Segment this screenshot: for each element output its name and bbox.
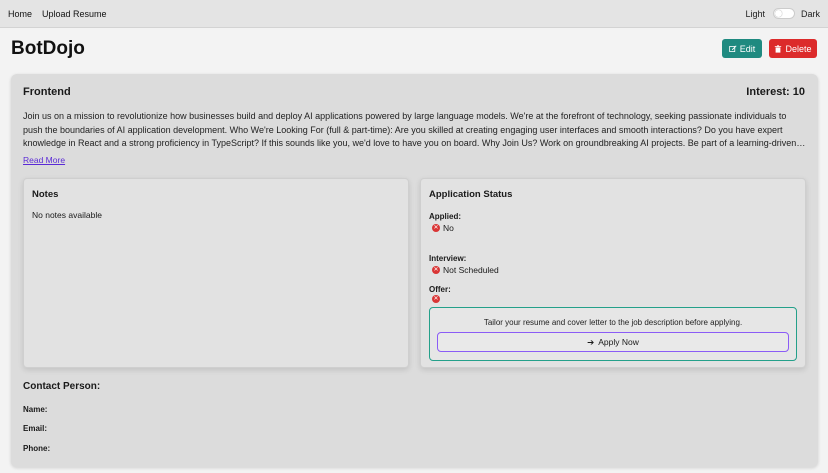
job-title: Frontend (23, 86, 71, 98)
apply-now-button[interactable]: ➔ Apply Now (437, 332, 789, 352)
theme-dark-label: Dark (800, 8, 820, 19)
page-title: BotDojo (11, 38, 85, 59)
offer-status: ✕ (432, 295, 443, 303)
nav-upload-resume-link[interactable]: Upload Resume (42, 9, 107, 19)
contact-title: Contact Person: (23, 381, 101, 392)
arrow-right-icon: ➔ (587, 336, 595, 347)
nav-home-link[interactable]: Home (8, 9, 32, 19)
applied-label: Applied: (429, 212, 461, 221)
x-circle-icon: ✕ (432, 295, 440, 303)
notes-card: Notes No notes available (23, 178, 409, 368)
apply-hint: Tailor your resume and cover letter to t… (483, 318, 743, 327)
delete-label: Delete (785, 43, 812, 54)
interest-level: Interest: 10 (746, 86, 805, 98)
theme-switcher: Light Dark (745, 8, 820, 19)
theme-toggle[interactable] (772, 8, 795, 19)
edit-icon (728, 44, 737, 52)
interview-label: Interview: (429, 254, 467, 263)
notes-title: Notes (32, 189, 59, 200)
apply-box: Tailor your resume and cover letter to t… (429, 307, 797, 361)
theme-light-label: Light (745, 8, 765, 19)
contact-phone-label: Phone: (23, 444, 51, 453)
delete-button[interactable]: Delete (769, 39, 817, 58)
edit-label: Edit (739, 43, 756, 54)
job-description: Join us on a mission to revolutionize ho… (23, 111, 797, 148)
interview-status: ✕ Not Scheduled (432, 265, 499, 275)
x-circle-icon: ✕ (432, 224, 440, 232)
applied-value: No (443, 223, 454, 233)
read-more-link[interactable]: Read More (23, 155, 65, 165)
contact-email-label: Email: (23, 424, 48, 433)
interview-value: Not Scheduled (443, 265, 499, 275)
apply-now-label: Apply Now (598, 337, 639, 347)
job-panel: Frontend Interest: 10 Join us on a missi… (11, 74, 818, 467)
x-circle-icon: ✕ (432, 266, 440, 274)
notes-empty-text: No notes available (32, 210, 102, 220)
edit-button[interactable]: Edit (722, 39, 762, 58)
offer-label: Offer: (429, 285, 451, 294)
applied-status: ✕ No (432, 223, 454, 233)
application-status-card: Application Status Applied: ✕ No Intervi… (420, 178, 806, 368)
application-status-title: Application Status (429, 189, 513, 200)
trash-icon (775, 44, 782, 53)
contact-name-label: Name: (23, 405, 48, 414)
toggle-knob (774, 10, 782, 17)
navbar: Home Upload Resume Light Dark (0, 0, 828, 28)
